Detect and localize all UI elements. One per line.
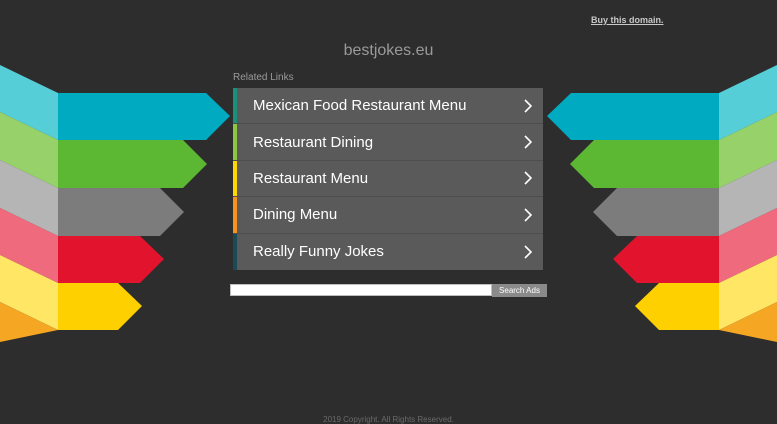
link-accent-bar xyxy=(233,160,237,197)
link-accent-bar xyxy=(233,197,237,233)
related-link-really-funny-jokes[interactable]: Really Funny Jokes xyxy=(233,233,543,270)
related-link-restaurant-menu[interactable]: Restaurant Menu xyxy=(233,160,543,198)
link-label: Restaurant Menu xyxy=(253,169,369,187)
link-label: Mexican Food Restaurant Menu xyxy=(253,97,467,115)
chevron-right-icon xyxy=(524,208,533,222)
link-label: Really Funny Jokes xyxy=(253,243,384,261)
right-red-arrow xyxy=(613,236,719,283)
left-teal-arrow xyxy=(58,93,230,140)
link-accent-bar xyxy=(233,124,237,160)
left-yellow-arrow xyxy=(58,283,142,330)
related-links-heading: Related Links xyxy=(233,72,294,83)
right-gray-arrow xyxy=(593,188,719,236)
related-links-list: Mexican Food Restaurant Menu Restaurant … xyxy=(233,88,543,270)
domain-title: bestjokes.eu xyxy=(343,42,434,59)
right-yellow-arrow xyxy=(635,283,719,330)
chevron-right-icon xyxy=(524,135,533,149)
search-ads-button[interactable]: Search Ads xyxy=(492,284,547,297)
right-teal-arrow xyxy=(547,93,719,140)
left-gray-arrow xyxy=(58,188,184,236)
related-link-restaurant-dining[interactable]: Restaurant Dining xyxy=(233,124,543,161)
right-green-arrow xyxy=(570,140,719,188)
link-accent-bar xyxy=(233,233,237,270)
chevron-right-icon xyxy=(524,245,533,259)
link-label: Restaurant Dining xyxy=(253,133,374,151)
related-link-dining-menu[interactable]: Dining Menu xyxy=(233,197,543,234)
chevron-right-icon xyxy=(524,99,533,113)
buy-domain-link[interactable]: Buy this domain. xyxy=(591,15,664,25)
search-input[interactable] xyxy=(230,284,492,296)
related-link-mexican-food-restaurant-menu[interactable]: Mexican Food Restaurant Menu xyxy=(233,88,543,125)
left-red-arrow xyxy=(58,236,164,283)
link-label: Dining Menu xyxy=(253,206,338,224)
link-accent-bar xyxy=(233,88,237,124)
chevron-right-icon xyxy=(524,171,533,186)
left-green-arrow xyxy=(58,140,207,188)
